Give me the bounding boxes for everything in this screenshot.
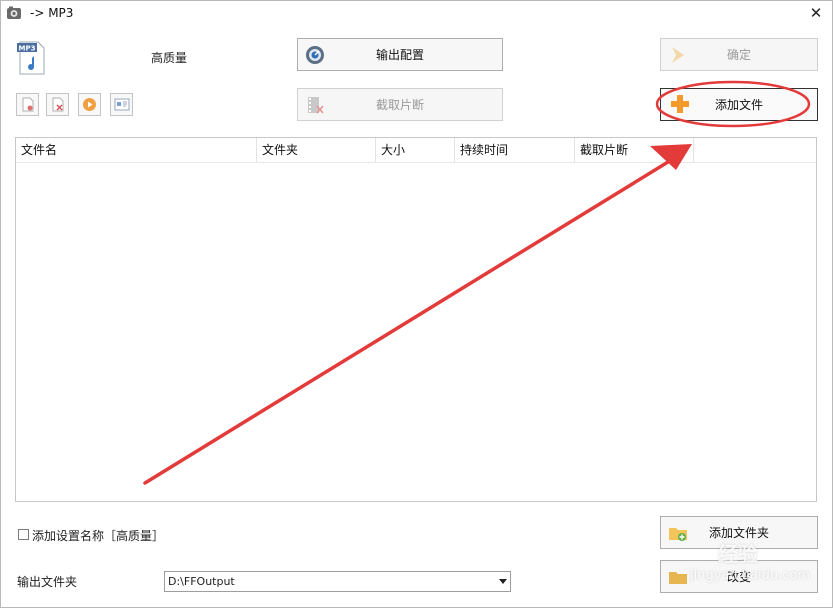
- output-folder-value: D:\FFOutput: [168, 575, 235, 588]
- output-folder-select[interactable]: D:\FFOutput: [164, 571, 511, 592]
- add-plus-icon: [671, 95, 689, 113]
- watermark-url: jingyan.baidu.com: [690, 568, 810, 583]
- settings-gear-icon: [306, 46, 324, 64]
- window-title: -> MP3: [30, 6, 74, 20]
- column-folder[interactable]: 文件夹: [257, 138, 376, 162]
- mp3-format-icon: MP3: [17, 41, 45, 75]
- title-bar: [0, 0, 833, 28]
- file-remove-icon: [22, 97, 34, 112]
- output-config-label: 输出配置: [375, 48, 424, 62]
- info-card-icon: [114, 98, 130, 111]
- dropdown-arrow-icon: [499, 579, 507, 584]
- add-file-label: 添加文件: [714, 98, 763, 112]
- clip-button[interactable]: 截取片断: [297, 88, 503, 121]
- file-list-header: 文件名 文件夹 大小 持续时间 截取片断: [16, 138, 816, 163]
- folder-change-icon: [669, 572, 687, 584]
- output-folder-label: 输出文件夹: [17, 575, 78, 589]
- app-logo-icon: [7, 6, 21, 19]
- folder-add-icon: [669, 528, 687, 541]
- column-size[interactable]: 大小: [376, 138, 455, 162]
- svg-text:MP3: MP3: [19, 45, 36, 53]
- watermark-text: 经验: [718, 542, 758, 566]
- clear-list-button[interactable]: [46, 93, 69, 116]
- add-setting-name-checkbox[interactable]: [18, 529, 29, 540]
- ok-button[interactable]: 确定: [660, 38, 818, 71]
- film-cut-icon: [308, 97, 324, 114]
- add-setting-name-label: 添加设置名称［高质量］: [32, 529, 165, 543]
- media-info-button[interactable]: [110, 93, 133, 116]
- column-duration[interactable]: 持续时间: [455, 138, 575, 162]
- confirm-arrow-icon: [672, 47, 684, 63]
- add-file-button[interactable]: 添加文件: [660, 88, 818, 121]
- remove-item-button[interactable]: [16, 93, 39, 116]
- column-file-name[interactable]: 文件名: [16, 138, 257, 162]
- preset-name: 高质量: [151, 51, 188, 65]
- column-clip[interactable]: 截取片断: [575, 138, 694, 162]
- clip-label: 截取片断: [375, 98, 424, 112]
- file-list[interactable]: 文件名 文件夹 大小 持续时间 截取片断: [15, 137, 817, 502]
- output-config-button[interactable]: 输出配置: [297, 38, 503, 71]
- ok-label: 确定: [726, 48, 751, 62]
- play-button[interactable]: [78, 93, 101, 116]
- close-icon[interactable]: ✕: [806, 3, 826, 23]
- play-icon: [83, 98, 96, 111]
- file-delete-icon: [52, 97, 64, 112]
